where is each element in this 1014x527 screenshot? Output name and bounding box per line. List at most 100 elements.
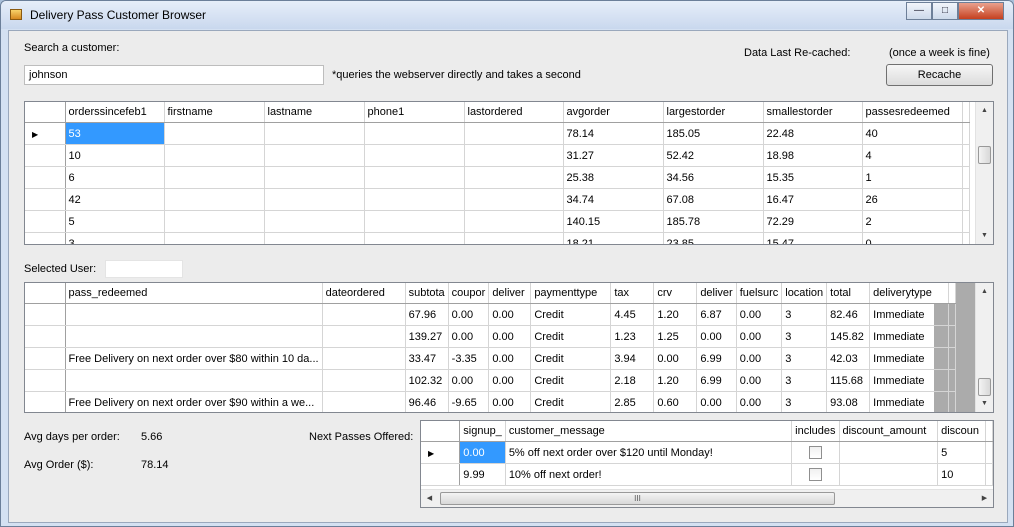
table-cell[interactable] bbox=[164, 232, 265, 244]
table-cell[interactable] bbox=[464, 210, 564, 233]
table-cell[interactable]: Immediate bbox=[869, 347, 950, 370]
orders-col-header[interactable]: crv bbox=[653, 283, 698, 304]
recache-button[interactable]: Recache bbox=[886, 64, 993, 86]
table-cell[interactable]: 34.74 bbox=[563, 188, 664, 211]
passes-col-header[interactable]: customer_message bbox=[505, 421, 793, 442]
table-cell[interactable]: 78.14 bbox=[563, 122, 664, 145]
table-cell[interactable] bbox=[164, 122, 265, 145]
table-row[interactable]: 9.99 10% off next order! 10 bbox=[421, 463, 993, 486]
table-cell[interactable]: 4.45 bbox=[610, 303, 655, 326]
scroll-down-icon[interactable]: ▼ bbox=[976, 227, 993, 244]
table-cell[interactable]: 42.03 bbox=[826, 347, 871, 370]
scroll-thumb[interactable] bbox=[978, 378, 991, 396]
table-cell[interactable]: 15.47 bbox=[763, 232, 863, 244]
minimize-icon[interactable]: — bbox=[906, 2, 932, 20]
customers-col-header[interactable]: smallestorder bbox=[763, 102, 863, 123]
orders-col-header[interactable]: deliver bbox=[696, 283, 737, 304]
orders-col-header[interactable]: total bbox=[826, 283, 871, 304]
table-cell[interactable]: 5 bbox=[937, 441, 986, 464]
table-cell[interactable]: 3.94 bbox=[610, 347, 655, 370]
row-selector[interactable] bbox=[25, 166, 66, 189]
row-selector[interactable] bbox=[421, 441, 461, 464]
row-selector[interactable] bbox=[25, 325, 66, 348]
table-cell[interactable] bbox=[364, 166, 465, 189]
table-row[interactable]: 42 34.74 67.08 16.47 26 bbox=[25, 188, 970, 211]
table-cell[interactable]: 185.05 bbox=[663, 122, 764, 145]
table-cell[interactable]: 23.85 bbox=[663, 232, 764, 244]
table-cell[interactable]: 3 bbox=[781, 391, 828, 412]
table-cell[interactable]: 5% off next order over $120 until Monday… bbox=[505, 441, 793, 464]
table-cell[interactable]: Immediate bbox=[869, 303, 950, 326]
table-cell[interactable]: 18.21 bbox=[563, 232, 664, 244]
table-cell[interactable]: 0.00 bbox=[736, 369, 783, 392]
checkbox[interactable] bbox=[808, 446, 822, 459]
table-cell[interactable]: 2.18 bbox=[610, 369, 655, 392]
table-cell[interactable]: 26 bbox=[862, 188, 963, 211]
table-cell[interactable] bbox=[791, 441, 840, 464]
passes-hscroll[interactable]: ◀ III ▶ bbox=[421, 489, 993, 507]
table-cell[interactable] bbox=[264, 122, 365, 145]
table-cell[interactable]: 3 bbox=[781, 303, 828, 326]
table-cell[interactable]: 145.82 bbox=[826, 325, 871, 348]
table-cell[interactable]: 2 bbox=[862, 210, 963, 233]
table-cell[interactable]: Credit bbox=[530, 303, 612, 326]
customers-col-header[interactable]: largestorder bbox=[663, 102, 764, 123]
table-cell[interactable]: 1.25 bbox=[653, 325, 698, 348]
table-cell[interactable] bbox=[464, 232, 564, 244]
table-row[interactable]: 6 25.38 34.56 15.35 1 bbox=[25, 166, 970, 189]
table-cell[interactable] bbox=[264, 144, 365, 167]
table-cell[interactable]: 185.78 bbox=[663, 210, 764, 233]
table-cell[interactable] bbox=[164, 188, 265, 211]
table-cell[interactable]: 0.00 bbox=[696, 391, 737, 412]
table-cell[interactable] bbox=[364, 188, 465, 211]
table-cell[interactable] bbox=[264, 188, 365, 211]
table-cell[interactable] bbox=[322, 391, 406, 412]
table-cell[interactable] bbox=[322, 369, 406, 392]
row-selector[interactable] bbox=[25, 369, 66, 392]
table-row[interactable]: 102.32 0.00 0.00 Credit 2.18 1.20 6.99 0.00 3 115… bbox=[25, 369, 957, 392]
table-cell[interactable]: 67.08 bbox=[663, 188, 764, 211]
table-cell[interactable]: 96.46 bbox=[405, 391, 449, 412]
table-cell[interactable]: 0.60 bbox=[653, 391, 698, 412]
scroll-left-icon[interactable]: ◀ bbox=[421, 490, 438, 507]
table-cell[interactable] bbox=[364, 122, 465, 145]
table-cell[interactable]: 3 bbox=[781, 347, 828, 370]
table-cell[interactable]: 0.00 bbox=[488, 369, 532, 392]
table-row[interactable]: 3 18.21 23.85 15.47 0 bbox=[25, 232, 970, 244]
table-cell[interactable] bbox=[65, 325, 323, 348]
table-cell[interactable] bbox=[464, 122, 564, 145]
customers-col-header[interactable]: firstname bbox=[164, 102, 265, 123]
customers-col-header[interactable]: lastname bbox=[264, 102, 365, 123]
scroll-up-icon[interactable]: ▲ bbox=[976, 283, 993, 300]
table-cell[interactable]: 1.20 bbox=[653, 369, 698, 392]
orders-col-header[interactable]: paymenttype bbox=[530, 283, 612, 304]
table-cell[interactable]: 0.00 bbox=[736, 391, 783, 412]
table-cell[interactable]: 16.47 bbox=[763, 188, 863, 211]
orders-col-header[interactable]: coupor bbox=[448, 283, 490, 304]
table-row[interactable]: 10 31.27 52.42 18.98 4 bbox=[25, 144, 970, 167]
table-cell[interactable]: 67.96 bbox=[405, 303, 449, 326]
table-row[interactable]: 0.005% off next order over $120 until Mo… bbox=[421, 441, 993, 464]
table-cell[interactable]: 22.48 bbox=[763, 122, 863, 145]
table-cell[interactable]: 53 bbox=[65, 122, 165, 145]
search-input[interactable]: johnson bbox=[24, 65, 324, 85]
table-cell[interactable]: -3.35 bbox=[448, 347, 490, 370]
table-cell[interactable]: 0.00 bbox=[736, 303, 783, 326]
scroll-down-icon[interactable]: ▼ bbox=[976, 395, 993, 412]
customers-col-header[interactable]: avgorder bbox=[563, 102, 664, 123]
table-cell[interactable]: 25.38 bbox=[563, 166, 664, 189]
table-cell[interactable]: 34.56 bbox=[663, 166, 764, 189]
table-cell[interactable]: 82.46 bbox=[826, 303, 871, 326]
table-cell[interactable]: 0.00 bbox=[488, 303, 532, 326]
table-cell[interactable]: 0.00 bbox=[448, 325, 490, 348]
table-cell[interactable]: Immediate bbox=[869, 325, 950, 348]
table-cell[interactable]: -9.65 bbox=[448, 391, 490, 412]
orders-col-header[interactable]: pass_redeemed bbox=[65, 283, 323, 304]
table-cell[interactable]: 0.00 bbox=[448, 303, 490, 326]
passes-grid[interactable]: signup_ customer_message includes discount_… bbox=[420, 420, 994, 508]
close-icon[interactable]: ✕ bbox=[958, 2, 1004, 20]
table-cell[interactable]: 0.00 bbox=[736, 325, 783, 348]
table-cell[interactable]: 139.27 bbox=[405, 325, 449, 348]
table-cell[interactable] bbox=[164, 166, 265, 189]
table-cell[interactable] bbox=[322, 303, 406, 326]
